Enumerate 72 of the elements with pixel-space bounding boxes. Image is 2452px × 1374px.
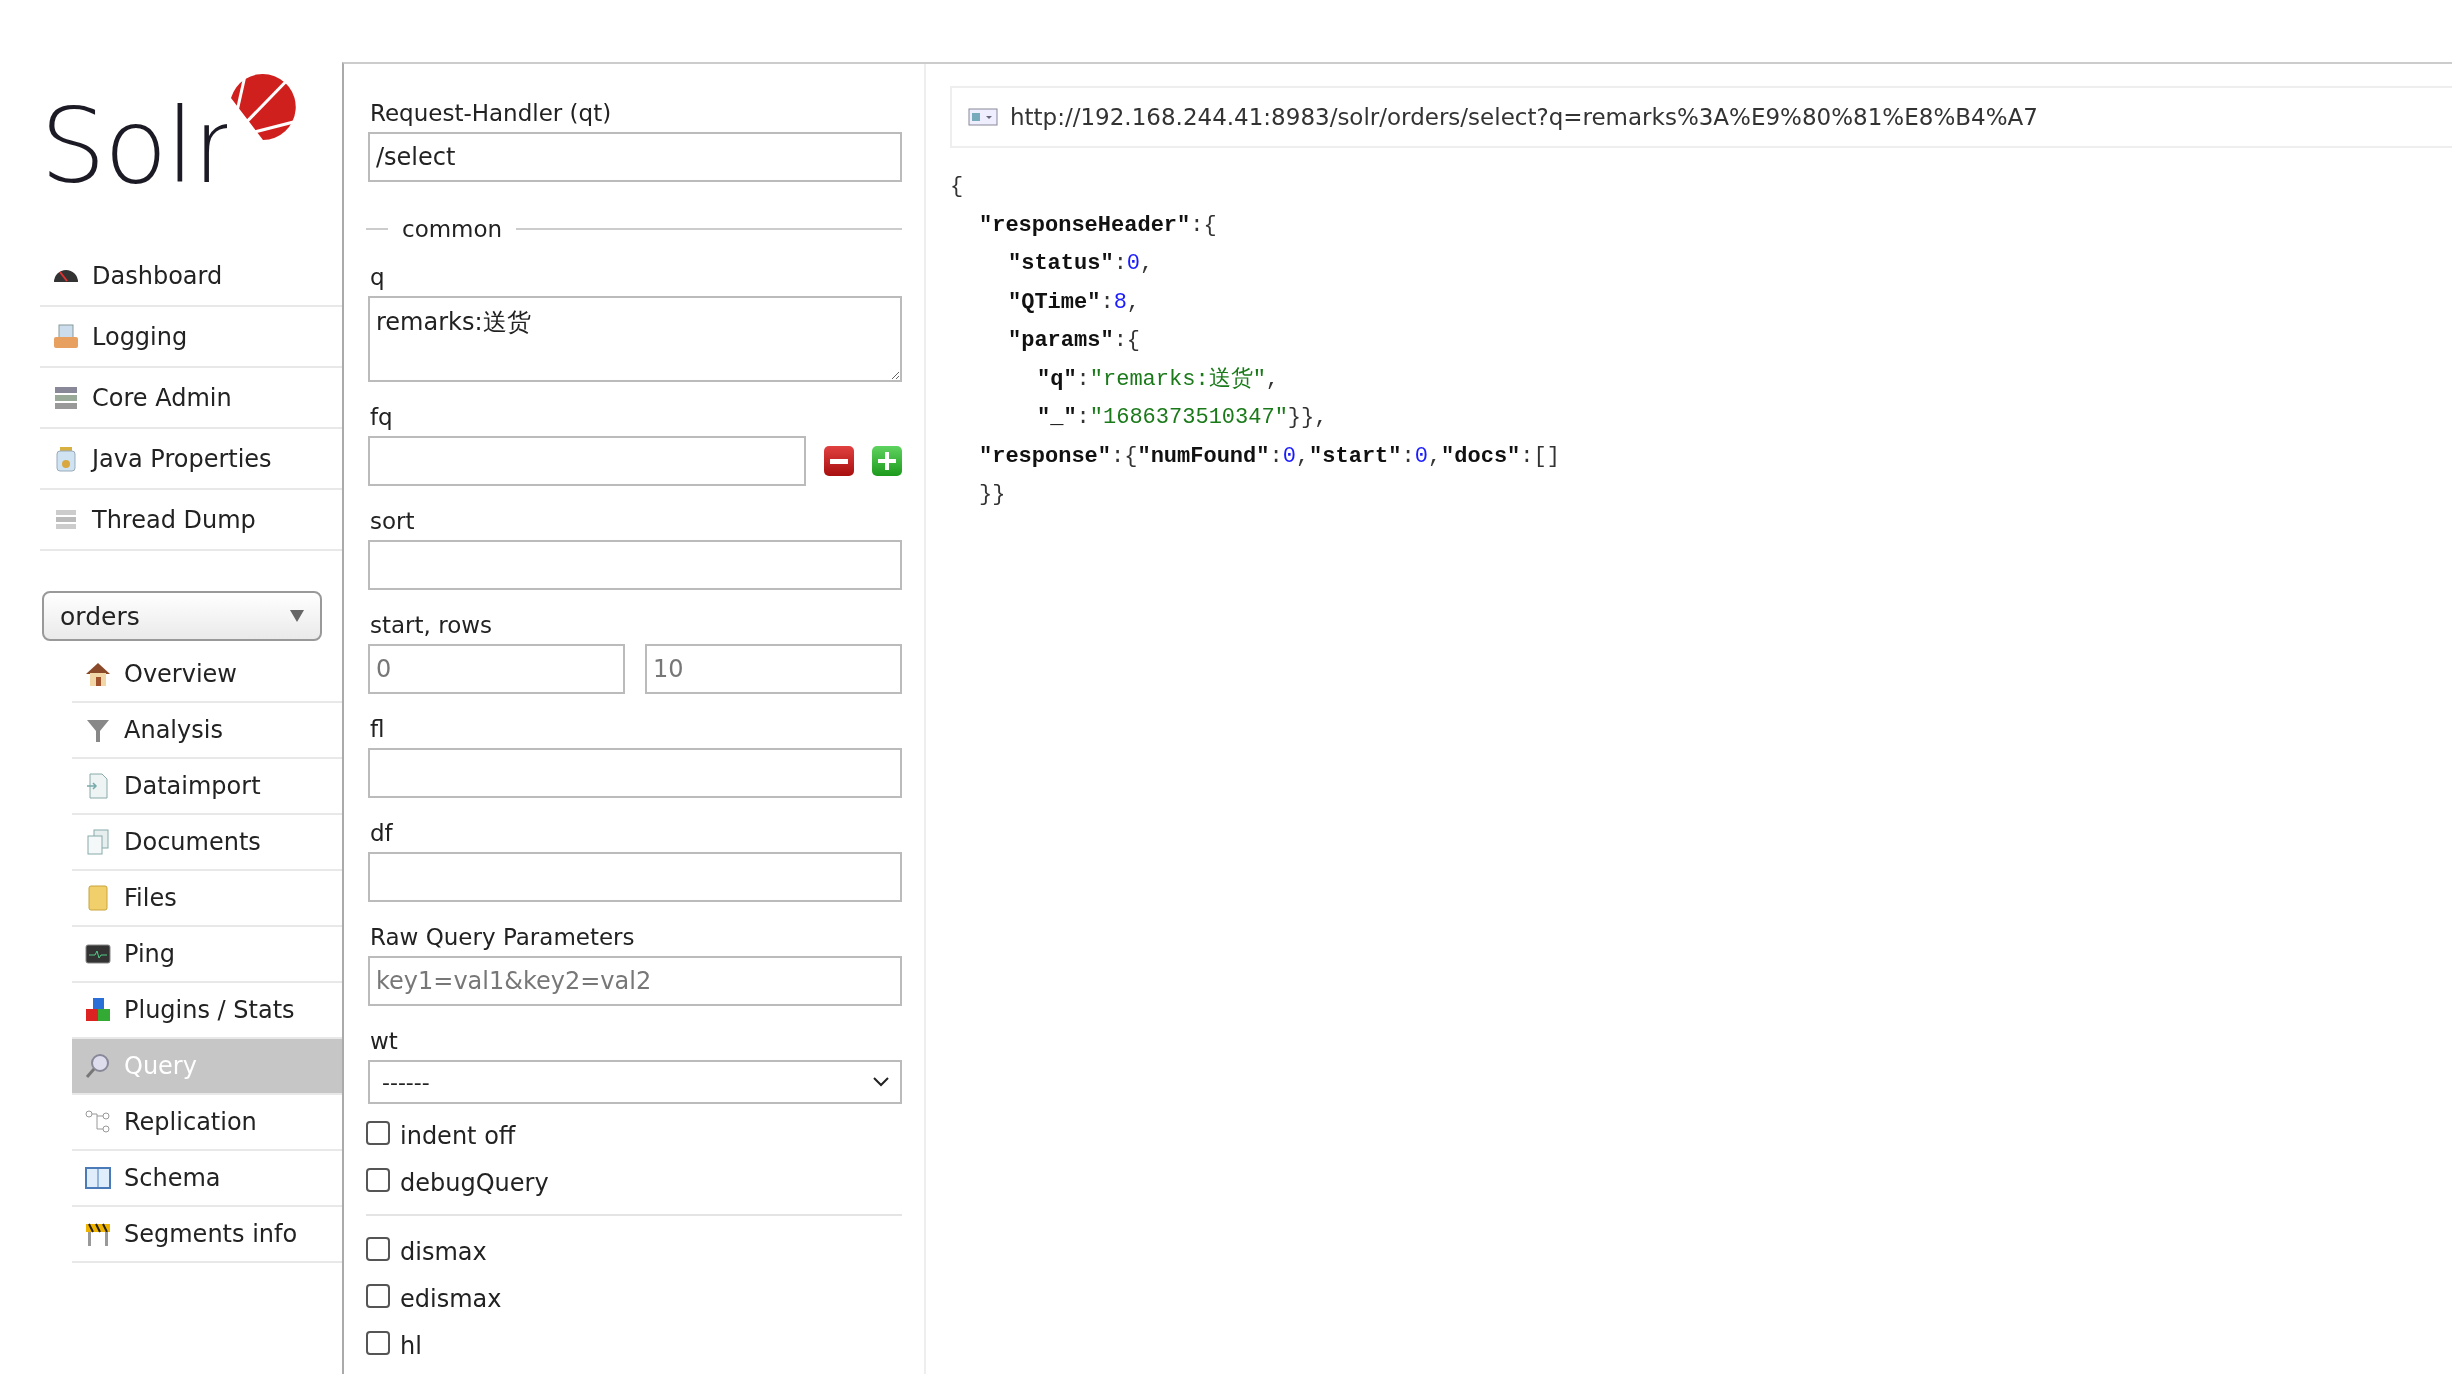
code-line: {: [950, 173, 965, 201]
window-icon: [968, 108, 998, 126]
nav-item[interactable]: Thread Dump: [40, 490, 342, 551]
checkbox[interactable]: [366, 1120, 390, 1145]
nav-item[interactable]: Dataimport: [72, 759, 342, 815]
checkbox-option[interactable]: hl: [366, 1322, 902, 1369]
nav-item[interactable]: Core Admin: [40, 368, 342, 429]
field-label: fq: [369, 403, 394, 432]
checkbox-option[interactable]: dismax: [366, 1228, 902, 1275]
select-field[interactable]: ------: [368, 1060, 902, 1104]
code-line: "status":0,: [1008, 250, 1155, 278]
plus-icon: [878, 452, 896, 470]
remove-button[interactable]: [824, 446, 854, 476]
house-icon: [84, 660, 112, 688]
tray-icon: [52, 322, 80, 351]
nav-item[interactable]: Overview: [72, 647, 342, 703]
nav-item[interactable]: Segments info: [72, 1207, 342, 1263]
checkbox-option[interactable]: indent off: [366, 1112, 902, 1159]
checkbox[interactable]: [366, 1330, 390, 1355]
input-field[interactable]: /select: [368, 132, 902, 182]
nav-item[interactable]: Replication: [72, 1095, 342, 1151]
field-label: fl: [369, 715, 386, 744]
nav-item[interactable]: Ping: [72, 927, 342, 983]
nodes-icon: [84, 1108, 112, 1136]
code-line: "QTime":8,: [1008, 288, 1142, 317]
nav-item[interactable]: Analysis: [72, 703, 342, 759]
code-line: "params":{: [1008, 327, 1142, 355]
nav-item[interactable]: Files: [72, 871, 342, 927]
code-line: "response":{"numFound":0,"start":0,"docs":[]: [979, 442, 1561, 471]
chevron-icon: [872, 1076, 890, 1088]
solr-logo[interactable]: Solr: [40, 60, 342, 240]
checkbox[interactable]: [366, 1236, 390, 1261]
field-label: df: [369, 819, 394, 848]
code-line: }}: [979, 481, 1007, 509]
field-label: sort: [369, 507, 416, 536]
minus-icon: [830, 458, 848, 464]
input-field[interactable]: [368, 748, 902, 798]
blocks-icon: [84, 996, 112, 1024]
nav-item[interactable]: Logging: [40, 307, 342, 368]
gauge-icon: [52, 269, 80, 282]
dropdown-arrow-icon: [290, 610, 304, 622]
input-field[interactable]: 10: [645, 644, 902, 694]
field-label: start, rows: [369, 611, 493, 640]
nav-item[interactable]: Dashboard: [40, 246, 342, 307]
url-bar[interactable]: http://192.168.244.41:8983/solr/orders/select?q=remarks%3A%E9%80%81%E8%B4%A7: [950, 86, 2452, 148]
section-title: common: [402, 216, 503, 242]
input-field[interactable]: [368, 852, 902, 902]
checkbox[interactable]: [366, 1167, 390, 1192]
input-field[interactable]: 0: [368, 644, 625, 694]
checkbox[interactable]: [366, 1283, 390, 1308]
core-selector[interactable]: orders: [42, 591, 322, 641]
checkbox-option[interactable]: debugQuery: [366, 1159, 902, 1206]
query-textarea[interactable]: remarks:送货: [368, 296, 902, 382]
input-field[interactable]: [368, 436, 806, 486]
add-button[interactable]: [872, 446, 902, 476]
nav-item[interactable]: Documents: [72, 815, 342, 871]
code-line: "_":"1686373510347"}},: [1037, 404, 1329, 432]
request-url[interactable]: http://192.168.244.41:8983/solr/orders/select?q=remarks%3A%E9%80%81%E8%B4%A7: [1010, 104, 2038, 130]
nav-item[interactable]: Schema: [72, 1151, 342, 1207]
field-label: q: [369, 263, 386, 292]
input-field[interactable]: key1=val1&key2=val2: [368, 956, 902, 1006]
field-label: wt: [369, 1027, 399, 1056]
nav-item[interactable]: Java Properties: [40, 429, 342, 490]
book-icon: [84, 1164, 112, 1192]
documents-icon: [84, 828, 112, 856]
code-line: "responseHeader":{: [979, 211, 1218, 240]
field-label: Request-Handler (qt): [369, 99, 613, 128]
input-field[interactable]: [368, 540, 902, 590]
code-line: "q":"remarks:送货",: [1037, 365, 1281, 394]
field-label: Raw Query Parameters: [369, 923, 636, 952]
checkbox-option[interactable]: edismax: [366, 1275, 902, 1322]
magnifier-icon: [84, 1052, 112, 1080]
